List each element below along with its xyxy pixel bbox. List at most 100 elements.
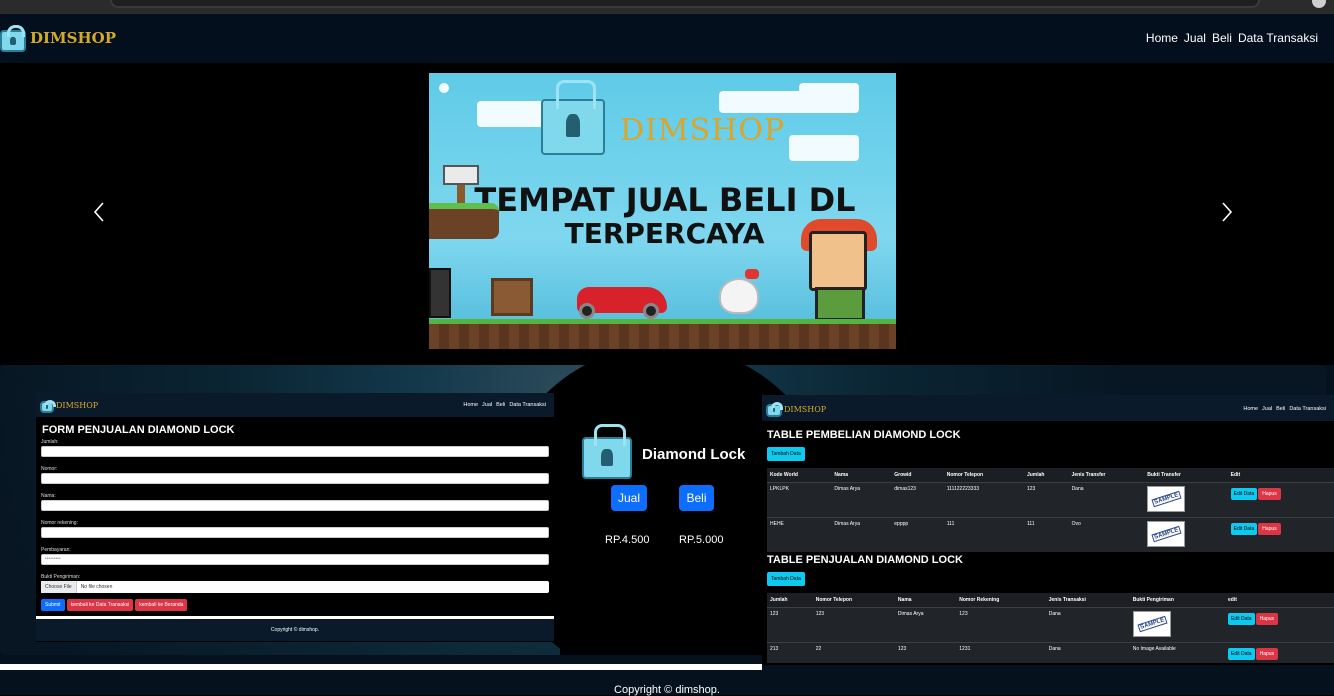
price-jual: RP.4.500 [605, 534, 650, 546]
preview-nav-data-transaksi[interactable]: Data Transaksi [509, 402, 546, 408]
column-header: Nomor Telepon [812, 593, 895, 608]
banner-brand: DIMSHOP [620, 113, 786, 148]
table-cell: 22 [812, 642, 895, 663]
address-bar[interactable] [110, 0, 1260, 8]
table-row: LPKLPK Dimas Arya dimas123 111122223333 … [767, 482, 1334, 518]
table-cell: dimas123 [891, 482, 944, 518]
table-cell: Dimas Arya [894, 607, 957, 643]
grass-platform [429, 203, 499, 239]
preview-nav-jual[interactable]: Jual [1262, 406, 1272, 412]
table-cell: 123 [894, 642, 957, 663]
character-head [809, 231, 867, 291]
nav-jual[interactable]: Jual [1184, 31, 1206, 45]
preview-nav-jual[interactable]: Jual [482, 402, 492, 408]
character-body [815, 287, 865, 321]
jumlah-input[interactable] [41, 446, 549, 457]
price-beli: RP.5.000 [679, 534, 724, 546]
wheel [643, 303, 659, 319]
chevron-right-icon [1222, 202, 1233, 222]
column-header: Bukti Pengiriman [1129, 593, 1226, 608]
preview-brand-name: DIMSHOP [784, 404, 827, 414]
diamond-lock-icon [766, 402, 784, 417]
brand[interactable]: DIMSHOP [0, 24, 116, 52]
edit-data-button[interactable]: Edit Data [1228, 613, 1255, 625]
preview-nav-beli[interactable]: Beli [1276, 406, 1285, 412]
hapus-button[interactable]: Hapus [1258, 523, 1281, 535]
navbar: DIMSHOP Home Jual Beli Data Transaksi [0, 14, 1334, 63]
table-cell: 123 [956, 607, 1046, 643]
choose-file-button[interactable]: Choose File [41, 581, 77, 593]
profile-icon[interactable] [1312, 0, 1326, 8]
table-cell: 111 [1023, 517, 1069, 552]
nav-data-transaksi[interactable]: Data Transaksi [1238, 31, 1318, 45]
pembayaran-input[interactable]: ••••••••• [41, 554, 549, 565]
pembelian-table-title: TABLE PEMBELIAN DIAMOND LOCK [767, 429, 961, 441]
column-header: Growid [891, 468, 944, 483]
preview-brand: DIMSHOP [40, 398, 98, 413]
beli-button[interactable]: Beli [679, 485, 714, 511]
preview-nav-home[interactable]: Home [1243, 406, 1258, 412]
column-header: Nama [894, 593, 957, 608]
hapus-button[interactable]: Hapus [1255, 648, 1279, 660]
column-header: Jumlah [1023, 468, 1069, 483]
cloud-shape [477, 101, 547, 127]
bukti-pengiriman-file-input[interactable]: Choose File No file chosen [41, 581, 549, 593]
tambah-data-pembelian-button[interactable]: Tambah Data [767, 447, 805, 461]
chicken-comb [745, 269, 759, 279]
preview-nav-beli[interactable]: Beli [496, 402, 505, 408]
diamond-lock-icon [40, 399, 56, 413]
nomor-input[interactable] [41, 473, 549, 484]
table-cell: 123 [767, 607, 813, 643]
edit-data-button[interactable]: Edit Data [1230, 488, 1258, 500]
hero-carousel: DIMSHOP TEMPAT JUAL BELI DL TERPERCAYA [0, 63, 1334, 365]
table-row: 213 22 123 1231 Dana No Image Available … [767, 642, 1334, 663]
nama-input[interactable] [41, 500, 549, 511]
bukti-pengiriman-image[interactable]: SAMPLE [1132, 611, 1171, 637]
table-cell: 123 [1023, 482, 1069, 518]
edit-data-button[interactable]: Edit Data [1230, 523, 1258, 535]
diamond-lock-icon [582, 423, 632, 479]
hapus-button[interactable]: Hapus [1258, 488, 1281, 500]
diamond-lock-icon [541, 80, 605, 155]
table-cell: Edit Data Hapus [1227, 482, 1334, 518]
tambah-data-penjualan-button[interactable]: Tambah Data [767, 572, 805, 586]
nav-home[interactable]: Home [1146, 31, 1178, 45]
back-to-transactions-button[interactable]: kembali ke Data Transaksi [66, 599, 134, 611]
submit-button[interactable]: Submit [41, 599, 65, 611]
table-cell: 111 [943, 517, 1024, 552]
cloud-shape [789, 135, 859, 161]
penjualan-table-title: TABLE PENJUALAN DIAMOND LOCK [767, 554, 963, 566]
carousel-prev-button[interactable] [88, 200, 112, 224]
back-to-home-button[interactable]: kembali ke Beranda [135, 599, 188, 611]
jual-button[interactable]: Jual [611, 485, 647, 511]
hapus-button[interactable]: Hapus [1255, 613, 1279, 625]
table-cell: Edit Data Hapus [1225, 642, 1334, 663]
table-cell: Dana [1068, 482, 1145, 518]
field-label-nomor: Nomor: [41, 466, 58, 472]
preview-nav-links: Home Jual Beli Data Transaksi [1243, 406, 1326, 412]
table-header-row: Kode World Nama Growid Nomor Telepon Jum… [767, 468, 1334, 483]
diamond-lock-product-card: Diamond Lock Jual Beli RP.4.500 RP.5.000 [576, 423, 756, 567]
column-header: Nomor Rekening [956, 593, 1046, 608]
bukti-transfer-image[interactable]: SAMPLE [1147, 521, 1186, 547]
carousel-next-button[interactable] [1214, 200, 1238, 224]
column-header: Nama [831, 468, 892, 483]
lower-section: DIMSHOP Home Jual Beli Data Transaksi FO… [0, 365, 1334, 696]
bukti-transfer-image[interactable]: SAMPLE [1147, 486, 1186, 512]
nav-beli[interactable]: Beli [1212, 31, 1232, 45]
table-cell: Dimas Arya [831, 482, 892, 518]
table-cell: 123 [812, 607, 895, 643]
banner-headline: TEMPAT JUAL BELI DL [474, 181, 856, 219]
nomor-rekening-input[interactable] [41, 527, 549, 538]
edit-data-button[interactable]: Edit Data [1228, 648, 1255, 660]
column-header: Bukti Transfer [1144, 468, 1228, 483]
table-cell: Dimas Arya [831, 517, 892, 552]
column-header: Jumlah [767, 593, 813, 608]
form-title: FORM PENJUALAN DIAMOND LOCK [42, 424, 235, 436]
sparkle-shape [439, 83, 449, 93]
chicken [719, 278, 759, 314]
preview-nav-home[interactable]: Home [463, 402, 478, 408]
table-page-preview: DIMSHOP Home Jual Beli Data Transaksi TA… [762, 395, 1334, 665]
preview-nav-data-transaksi[interactable]: Data Transaksi [1289, 406, 1326, 412]
penjualan-table: Jumlah Nomor Telepon Nama Nomor Rekening… [767, 593, 1334, 663]
